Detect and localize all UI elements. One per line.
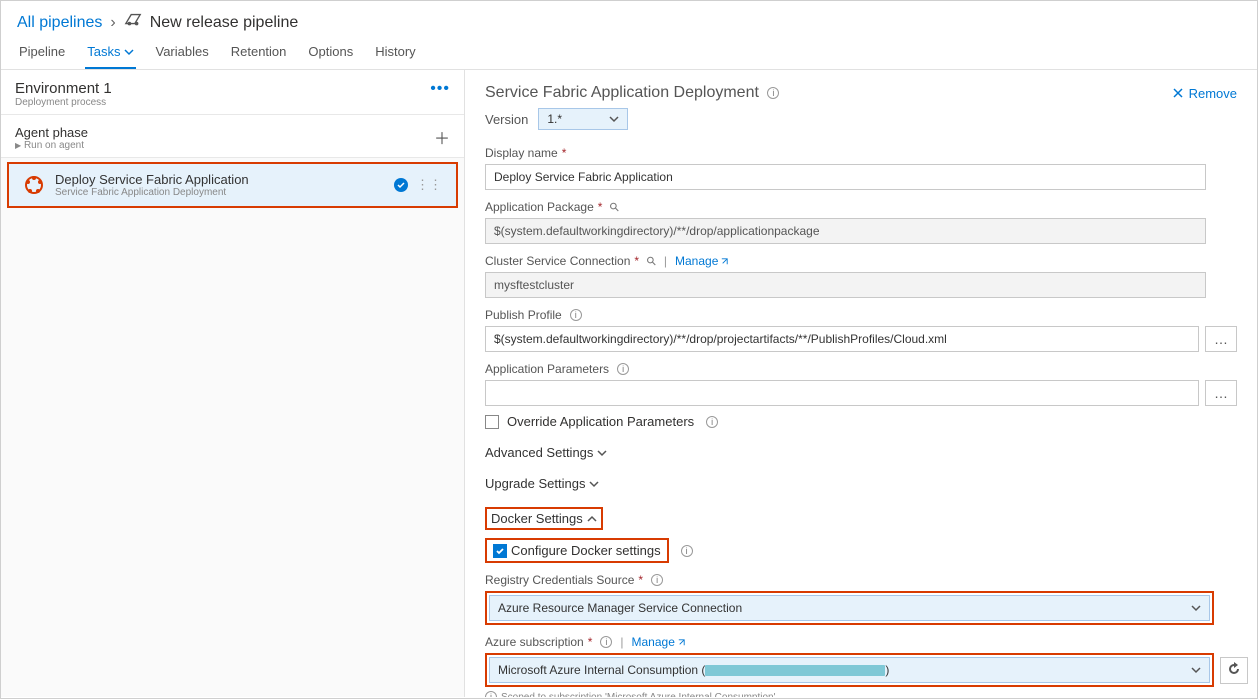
app-package-input[interactable] [485, 218, 1206, 244]
service-fabric-icon [23, 174, 45, 196]
breadcrumb-link[interactable]: All pipelines [17, 14, 102, 32]
add-task-icon[interactable]: ＋ [434, 125, 450, 149]
app-package-label: Application Package [485, 200, 594, 214]
upgrade-settings-section[interactable]: Upgrade Settings [485, 476, 1237, 491]
agent-run-on: ▶ Run on agent [15, 140, 88, 151]
external-link-icon [677, 638, 686, 647]
release-icon [124, 13, 142, 32]
app-params-input[interactable] [485, 380, 1199, 406]
advanced-settings-section[interactable]: Advanced Settings [485, 445, 1237, 460]
breadcrumb-separator: › [110, 14, 115, 32]
tab-variables[interactable]: Variables [154, 36, 211, 69]
task-subtitle: Service Fabric Application Deployment [55, 187, 249, 198]
docker-settings-section[interactable]: Docker Settings [485, 507, 1237, 530]
environment-title: Environment 1 [15, 80, 112, 97]
breadcrumb: All pipelines › New release pipeline [1, 1, 1257, 36]
task-deploy-service-fabric[interactable]: Deploy Service Fabric Application Servic… [7, 162, 458, 208]
display-name-input[interactable] [485, 164, 1206, 190]
breadcrumb-current: New release pipeline [150, 14, 299, 32]
info-icon[interactable]: i [617, 363, 629, 375]
version-select[interactable]: 1.* [538, 108, 628, 130]
chevron-down-icon [1191, 603, 1201, 613]
agent-phase-header[interactable]: Agent phase ▶ Run on agent ＋ [1, 115, 464, 158]
agent-phase-title: Agent phase [15, 125, 88, 140]
chevron-down-icon [597, 448, 607, 458]
tab-retention[interactable]: Retention [229, 36, 289, 69]
registry-source-label: Registry Credentials Source [485, 573, 634, 587]
cluster-conn-label: Cluster Service Connection [485, 254, 630, 268]
close-icon [1173, 88, 1183, 98]
info-icon[interactable]: i [651, 574, 663, 586]
browse-publish-profile-button[interactable]: … [1205, 326, 1237, 352]
override-params-checkbox[interactable] [485, 415, 499, 429]
display-name-label: Display name [485, 146, 558, 160]
panel-title: Service Fabric Application Deployment [485, 84, 759, 101]
link-icon[interactable]: ⚲ [643, 253, 659, 269]
task-enabled-icon [394, 178, 408, 192]
cluster-conn-input[interactable] [485, 272, 1206, 298]
task-title: Deploy Service Fabric Application [55, 172, 249, 187]
subscription-scope-note: Scoped to subscription 'Microsoft Azure … [501, 692, 776, 698]
info-icon[interactable]: i [706, 416, 718, 428]
refresh-subscription-button[interactable] [1220, 657, 1248, 684]
configure-docker-label: Configure Docker settings [511, 543, 661, 558]
environment-subtitle: Deployment process [15, 97, 112, 108]
info-icon[interactable]: i [767, 87, 779, 99]
chevron-down-icon [609, 114, 619, 124]
tab-history[interactable]: History [373, 36, 417, 69]
tasks-panel: Environment 1 Deployment process ••• Age… [1, 70, 465, 697]
manage-connection-link[interactable]: Manage [675, 254, 729, 268]
override-params-label: Override Application Parameters [507, 414, 694, 429]
environment-header[interactable]: Environment 1 Deployment process ••• [1, 70, 464, 115]
chevron-down-icon [124, 47, 134, 57]
info-icon[interactable]: i [600, 636, 612, 648]
info-icon[interactable]: i [681, 545, 693, 557]
info-icon: i [485, 691, 497, 697]
publish-profile-input[interactable] [485, 326, 1199, 352]
refresh-icon [1227, 662, 1241, 676]
info-icon[interactable]: i [570, 309, 582, 321]
link-icon[interactable]: ⚲ [607, 199, 623, 215]
version-label: Version [485, 112, 528, 127]
configure-docker-checkbox[interactable] [493, 544, 507, 558]
azure-subscription-select[interactable]: Microsoft Azure Internal Consumption () [489, 657, 1210, 683]
azure-subscription-label: Azure subscription [485, 635, 584, 649]
chevron-down-icon [1191, 665, 1201, 675]
redacted-subscription-id [705, 665, 885, 676]
manage-subscription-link[interactable]: Manage [632, 635, 686, 649]
remove-task-button[interactable]: Remove [1173, 86, 1237, 101]
external-link-icon [720, 257, 729, 266]
tab-options[interactable]: Options [306, 36, 355, 69]
publish-profile-label: Publish Profile [485, 308, 562, 322]
tab-pipeline[interactable]: Pipeline [17, 36, 67, 69]
task-drag-handle[interactable]: ⋮⋮ [416, 177, 442, 193]
pipeline-tabs: Pipeline Tasks Variables Retention Optio… [1, 36, 1257, 70]
registry-source-select[interactable]: Azure Resource Manager Service Connectio… [489, 595, 1210, 621]
environment-menu-icon[interactable]: ••• [430, 80, 450, 98]
chevron-down-icon [589, 479, 599, 489]
chevron-up-icon [587, 514, 597, 524]
task-config-panel: Service Fabric Application Deployment i … [465, 70, 1257, 697]
tab-tasks[interactable]: Tasks [85, 36, 135, 69]
app-params-label: Application Parameters [485, 362, 609, 376]
browse-app-params-button[interactable]: … [1205, 380, 1237, 406]
